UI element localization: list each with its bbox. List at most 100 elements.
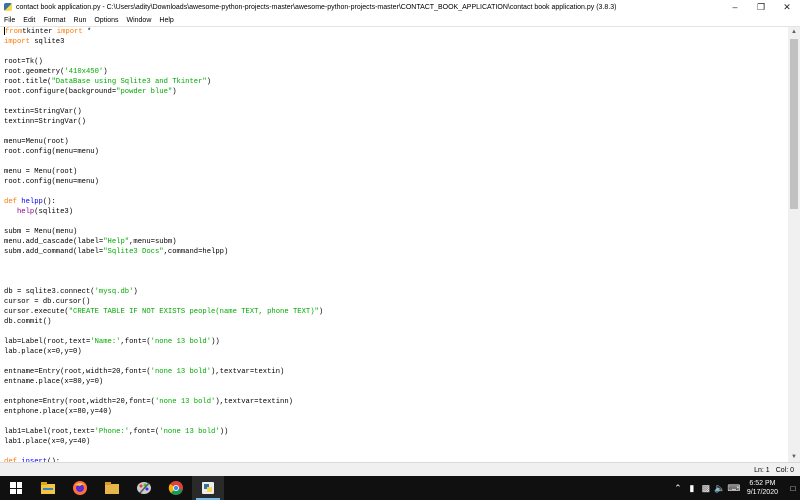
- taskbar-firefox[interactable]: [64, 476, 96, 500]
- minimize-button[interactable]: –: [722, 0, 748, 14]
- menu-help[interactable]: Help: [155, 17, 177, 24]
- code-line[interactable]: db.commit(): [4, 317, 788, 327]
- network-icon[interactable]: ▩: [699, 483, 713, 494]
- code-line[interactable]: cursor.execute("CREATE TABLE IF NOT EXIS…: [4, 307, 788, 317]
- code-token: menu = Menu(root): [4, 168, 78, 176]
- code-line[interactable]: menu.add_cascade(label="Help",menu=subm): [4, 237, 788, 247]
- folder-icon: [105, 482, 119, 494]
- code-line[interactable]: [4, 97, 788, 107]
- code-line[interactable]: root.geometry('410x450'): [4, 67, 788, 77]
- scroll-down-arrow-icon[interactable]: ▼: [788, 452, 800, 462]
- code-line[interactable]: menu=Menu(root): [4, 137, 788, 147]
- code-token: entphone=Entry(root,width=20,font=(: [4, 398, 155, 406]
- code-text[interactable]: fromtkinter import * import sqlite3 root=T…: [0, 27, 788, 462]
- code-line[interactable]: [4, 267, 788, 277]
- code-line[interactable]: root.title("DataBase using Sqlite3 and T…: [4, 77, 788, 87]
- firefox-icon: [73, 481, 87, 495]
- code-token: "Help": [103, 238, 130, 246]
- code-line[interactable]: [4, 127, 788, 137]
- paint-icon: [137, 482, 151, 494]
- system-clock[interactable]: 6:52 PM 9/17/2020: [747, 479, 778, 497]
- code-line[interactable]: subm.add_command(label="Sqlite3 Docs",co…: [4, 247, 788, 257]
- code-token: )): [219, 428, 229, 436]
- code-token: 'mysq.db': [94, 288, 134, 296]
- code-line[interactable]: [4, 327, 788, 337]
- menu-format[interactable]: Format: [39, 17, 69, 24]
- maximize-button[interactable]: ❐: [748, 0, 774, 14]
- code-line[interactable]: def helpp():: [4, 197, 788, 207]
- code-token: lab=Label(root,text=: [4, 338, 91, 346]
- code-token: subm = Menu(menu): [4, 228, 78, 236]
- taskbar: ⌃ ▮ ▩ 🔈 ⌨ 6:52 PM 9/17/2020 □: [0, 476, 800, 500]
- code-token: 'none 13 bold': [150, 368, 212, 376]
- taskbar-folder[interactable]: [96, 476, 128, 500]
- vertical-scrollbar[interactable]: ▲ ▼: [788, 27, 800, 462]
- code-line[interactable]: [4, 257, 788, 267]
- code-line[interactable]: lab.place(x=0,y=0): [4, 347, 788, 357]
- chevron-up-icon[interactable]: ⌃: [671, 483, 685, 494]
- code-line[interactable]: help(sqlite3): [4, 207, 788, 217]
- code-line[interactable]: fromtkinter import *: [4, 27, 788, 37]
- window-controls: – ❐ ✕: [722, 0, 800, 14]
- code-line[interactable]: textin=StringVar(): [4, 107, 788, 117]
- code-line[interactable]: root.configure(background="powder blue"): [4, 87, 788, 97]
- code-token: tkinter: [22, 28, 57, 36]
- code-line[interactable]: [4, 417, 788, 427]
- code-token: root.title(: [4, 78, 52, 86]
- code-line[interactable]: cursor = db.cursor(): [4, 297, 788, 307]
- code-line[interactable]: [4, 217, 788, 227]
- code-line[interactable]: [4, 47, 788, 57]
- menu-options[interactable]: Options: [90, 17, 122, 24]
- code-token: ,command=helpp): [163, 248, 229, 256]
- menu-edit[interactable]: Edit: [19, 17, 39, 24]
- code-line[interactable]: lab=Label(root,text='Name:',font=('none …: [4, 337, 788, 347]
- code-editor[interactable]: fromtkinter import * import sqlite3 root=T…: [0, 27, 788, 462]
- start-button[interactable]: [0, 476, 32, 500]
- code-token: 'none 13 bold': [150, 338, 212, 346]
- code-token: root=Tk(): [4, 58, 43, 66]
- code-line[interactable]: lab1=Label(root,text='Phone:',font=('non…: [4, 427, 788, 437]
- code-line[interactable]: entphone=Entry(root,width=20,font=('none…: [4, 397, 788, 407]
- code-token: menu.add_cascade(label=: [4, 238, 104, 246]
- code-line[interactable]: [4, 187, 788, 197]
- code-line[interactable]: subm = Menu(menu): [4, 227, 788, 237]
- code-token: textinn=StringVar(): [4, 118, 86, 126]
- code-line[interactable]: root.config(menu=menu): [4, 177, 788, 187]
- battery-icon[interactable]: ▮: [685, 483, 699, 494]
- taskbar-paint[interactable]: [128, 476, 160, 500]
- code-token: ,menu=subm): [129, 238, 177, 246]
- code-token: 'Phone:': [94, 428, 130, 436]
- menu-window[interactable]: Window: [122, 17, 155, 24]
- code-token: help: [16, 208, 35, 216]
- code-line[interactable]: root.config(menu=menu): [4, 147, 788, 157]
- code-token: menu=Menu(root): [4, 138, 69, 146]
- code-line[interactable]: root=Tk(): [4, 57, 788, 67]
- code-line[interactable]: entname=Entry(root,width=20,font=('none …: [4, 367, 788, 377]
- code-line[interactable]: textinn=StringVar(): [4, 117, 788, 127]
- code-line[interactable]: lab1.place(x=0,y=40): [4, 437, 788, 447]
- taskbar-file-explorer[interactable]: [32, 476, 64, 500]
- code-line[interactable]: import sqlite3: [4, 37, 788, 47]
- code-line[interactable]: menu = Menu(root): [4, 167, 788, 177]
- menu-file[interactable]: File: [0, 17, 19, 24]
- taskbar-python-idle[interactable]: [192, 476, 224, 500]
- code-token: 'Name:': [90, 338, 121, 346]
- volume-icon[interactable]: 🔈: [713, 483, 727, 494]
- scrollbar-thumb[interactable]: [790, 39, 798, 209]
- code-line[interactable]: [4, 277, 788, 287]
- taskbar-chrome[interactable]: [160, 476, 192, 500]
- code-line[interactable]: entname.place(x=80,y=0): [4, 377, 788, 387]
- code-token: db = sqlite3.connect(: [4, 288, 95, 296]
- menu-run[interactable]: Run: [70, 17, 91, 24]
- code-line[interactable]: [4, 387, 788, 397]
- code-line[interactable]: [4, 357, 788, 367]
- scroll-up-arrow-icon[interactable]: ▲: [788, 27, 800, 37]
- code-line[interactable]: [4, 157, 788, 167]
- code-line[interactable]: db = sqlite3.connect('mysq.db'): [4, 287, 788, 297]
- code-line[interactable]: [4, 447, 788, 457]
- notification-icon[interactable]: □: [786, 476, 800, 500]
- keyboard-icon[interactable]: ⌨: [727, 483, 741, 494]
- line-number: Ln: 1: [754, 466, 770, 474]
- code-line[interactable]: entphone.place(x=80,y=40): [4, 407, 788, 417]
- close-button[interactable]: ✕: [774, 0, 800, 14]
